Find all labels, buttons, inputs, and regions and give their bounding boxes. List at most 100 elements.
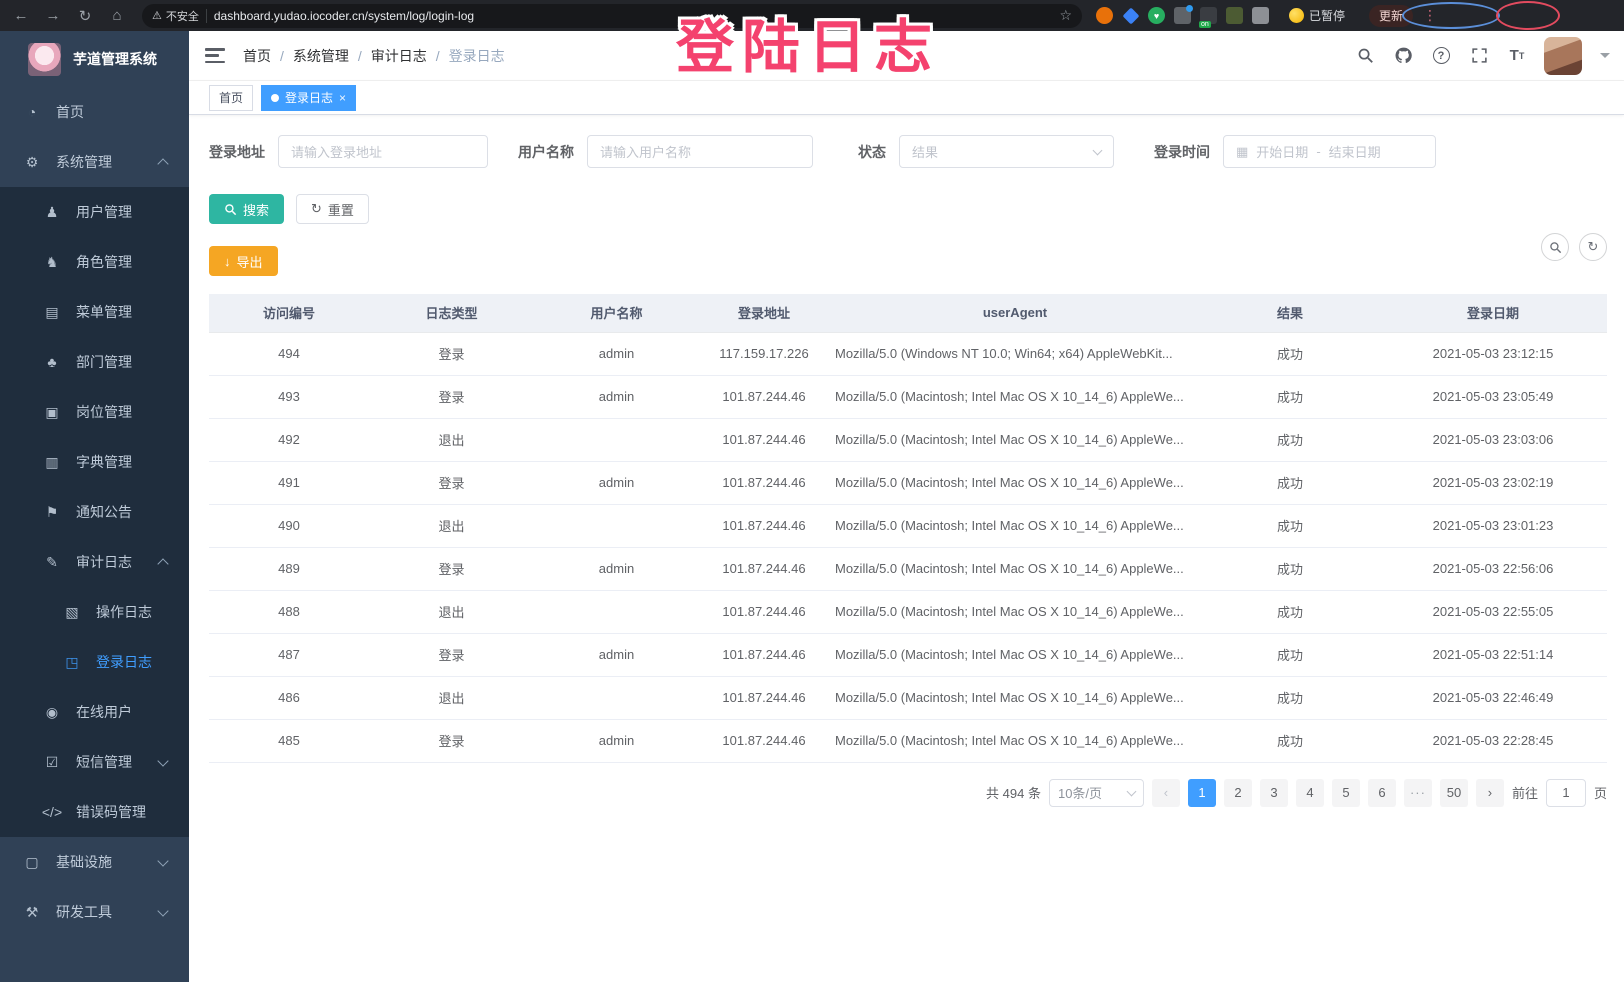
- bookmark-star-icon[interactable]: ☆: [1059, 7, 1072, 24]
- reset-button[interactable]: ↻ 重置: [296, 194, 369, 224]
- home-icon[interactable]: ⌂: [104, 4, 130, 28]
- sidebar-item-label: 操作日志: [96, 602, 152, 622]
- sidebar-item-online-users[interactable]: ◉在线用户: [0, 687, 189, 737]
- extension-icon[interactable]: [1226, 7, 1243, 24]
- cell-user: [534, 504, 699, 547]
- warning-icon: ⚠: [152, 9, 162, 22]
- login-log-icon: ◳: [60, 654, 84, 671]
- sidebar-item-notice[interactable]: ⚑通知公告: [0, 487, 189, 537]
- page-button-6[interactable]: 6: [1368, 779, 1396, 807]
- page-size-select[interactable]: 10条/页: [1049, 779, 1144, 807]
- sidebar-item-label: 审计日志: [76, 552, 132, 572]
- extension-icon[interactable]: [1122, 7, 1139, 24]
- tab-login-log[interactable]: 登录日志 ×: [261, 85, 356, 111]
- toggle-search-button[interactable]: [1541, 233, 1569, 261]
- search-button[interactable]: 搜索: [209, 194, 284, 224]
- breadcrumb-item[interactable]: 审计日志: [371, 46, 427, 66]
- url-text[interactable]: dashboard.yudao.iocoder.cn/system/log/lo…: [214, 9, 474, 23]
- font-size-icon[interactable]: TT: [1506, 45, 1528, 67]
- page-button-4[interactable]: 4: [1296, 779, 1324, 807]
- page-button-50[interactable]: 50: [1440, 779, 1468, 807]
- cell-user: [534, 676, 699, 719]
- page-button-1[interactable]: 1: [1188, 779, 1216, 807]
- collapse-menu-icon[interactable]: [205, 48, 225, 63]
- chevron-up-icon: [157, 158, 168, 169]
- sidebar-item-sms-management[interactable]: ☑短信管理: [0, 737, 189, 787]
- prev-page-button[interactable]: ‹: [1152, 779, 1180, 807]
- more-pages-button[interactable]: ···: [1404, 779, 1432, 807]
- not-secure-warning[interactable]: ⚠不安全: [152, 8, 199, 24]
- address-bar[interactable]: ⚠不安全 dashboard.yudao.iocoder.cn/system/l…: [142, 4, 1082, 28]
- user-avatar[interactable]: [1544, 37, 1582, 75]
- page-button-3[interactable]: 3: [1260, 779, 1288, 807]
- sidebar-item-login-log[interactable]: ◳登录日志: [0, 637, 189, 687]
- goto-page-input[interactable]: [1546, 779, 1586, 807]
- extension-icon[interactable]: [1200, 7, 1217, 24]
- chevron-down-icon: [157, 905, 168, 916]
- chevron-down-icon: [157, 855, 168, 866]
- cell-type: 登录: [369, 332, 534, 375]
- cell-user: admin: [534, 547, 699, 590]
- sidebar-item-system-management[interactable]: ⚙系统管理: [0, 137, 189, 187]
- cell-id: 493: [209, 375, 369, 418]
- next-page-button[interactable]: ›: [1476, 779, 1504, 807]
- sidebar-item-menu-management[interactable]: ▤菜单管理: [0, 287, 189, 337]
- extension-icon[interactable]: [1096, 7, 1113, 24]
- cell-user: admin: [534, 332, 699, 375]
- download-icon: ↓: [224, 254, 231, 269]
- tag-tabs-bar: 首页 登录日志 ×: [189, 81, 1624, 115]
- cell-id: 492: [209, 418, 369, 461]
- org-tree-icon: ♣: [40, 354, 64, 370]
- sidebar-item-dept-management[interactable]: ♣部门管理: [0, 337, 189, 387]
- browser-update-button[interactable]: 更新: [1369, 5, 1413, 27]
- username-filter-input[interactable]: 请输入用户名称: [587, 135, 813, 168]
- cell-type: 登录: [369, 547, 534, 590]
- sidebar-item-home[interactable]: ◔首页: [0, 87, 189, 137]
- reload-icon[interactable]: ↻: [72, 4, 98, 28]
- sidebar-item-role-management[interactable]: ♞角色管理: [0, 237, 189, 287]
- close-icon[interactable]: ×: [339, 91, 346, 105]
- chevron-down-icon[interactable]: [1600, 53, 1610, 58]
- sidebar-item-dev-tools[interactable]: ⚒研发工具: [0, 887, 189, 937]
- export-button[interactable]: ↓ 导出: [209, 246, 278, 276]
- help-icon[interactable]: ?: [1430, 45, 1452, 67]
- sidebar-item-dict-management[interactable]: ▥字典管理: [0, 437, 189, 487]
- page-button-5[interactable]: 5: [1332, 779, 1360, 807]
- sidebar-item-infrastructure[interactable]: ▢基础设施: [0, 837, 189, 887]
- extension-icon[interactable]: [1174, 7, 1191, 24]
- date-range-picker[interactable]: ▦ 开始日期 - 结束日期: [1223, 135, 1436, 168]
- cell-ip: 101.87.244.46: [699, 418, 829, 461]
- fullscreen-icon[interactable]: [1468, 45, 1490, 67]
- sidebar-item-operation-log[interactable]: ▧操作日志: [0, 587, 189, 637]
- menu-icon: ▤: [40, 304, 64, 321]
- extension-icon[interactable]: ♥: [1148, 7, 1165, 24]
- cell-result: 成功: [1201, 375, 1379, 418]
- browser-menu-icon[interactable]: ⋮: [1423, 7, 1437, 24]
- cell-id: 485: [209, 719, 369, 762]
- top-navbar: 首页/系统管理/审计日志/登录日志 ? TT: [189, 31, 1624, 81]
- goto-label: 前往: [1512, 783, 1538, 802]
- sidebar-item-audit-log[interactable]: ✎审计日志: [0, 537, 189, 587]
- forward-icon[interactable]: →: [40, 4, 66, 28]
- search-icon[interactable]: [1354, 45, 1376, 67]
- sidebar-item-label: 字典管理: [76, 452, 132, 472]
- cell-date: 2021-05-03 22:28:45: [1379, 719, 1607, 762]
- back-icon[interactable]: ←: [8, 4, 34, 28]
- refresh-table-button[interactable]: ↻: [1579, 233, 1607, 261]
- breadcrumb-item[interactable]: 首页: [243, 46, 271, 66]
- cell-result: 成功: [1201, 719, 1379, 762]
- breadcrumb-item[interactable]: 登录日志: [449, 46, 505, 66]
- github-icon[interactable]: [1392, 45, 1414, 67]
- sidebar-item-user-management[interactable]: ♟用户管理: [0, 187, 189, 237]
- cell-id: 487: [209, 633, 369, 676]
- breadcrumb-item[interactable]: 系统管理: [293, 46, 349, 66]
- page-button-2[interactable]: 2: [1224, 779, 1252, 807]
- sidebar-item-post-management[interactable]: ▣岗位管理: [0, 387, 189, 437]
- address-filter-input[interactable]: 请输入登录地址: [278, 135, 488, 168]
- sidebar-logo[interactable]: 芋道管理系统: [0, 31, 189, 87]
- paused-profile-pill[interactable]: 已暂停: [1285, 5, 1355, 27]
- status-filter-select[interactable]: 结果: [899, 135, 1114, 168]
- extensions-puzzle-icon[interactable]: [1252, 7, 1269, 24]
- sidebar-item-error-code-management[interactable]: </>错误码管理: [0, 787, 189, 837]
- tab-home[interactable]: 首页: [209, 85, 253, 111]
